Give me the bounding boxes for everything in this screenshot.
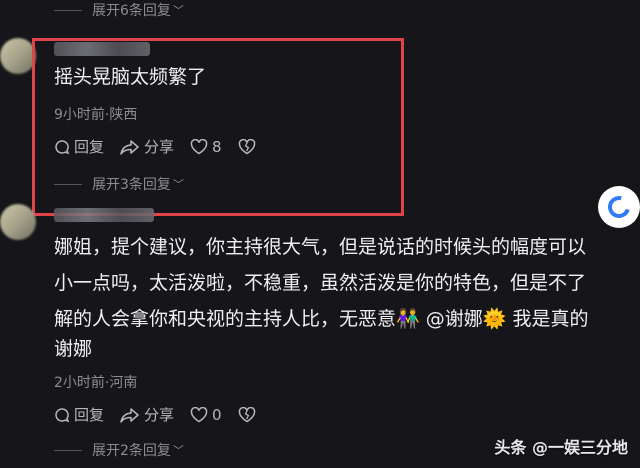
reply-button[interactable]: 回复 — [54, 136, 104, 157]
comment-actions: 回复 分享 8 — [54, 136, 276, 157]
share-button[interactable]: 分享 — [120, 136, 174, 157]
refresh-icon — [603, 191, 635, 223]
like-count: 8 — [212, 137, 222, 156]
comment-actions: 回复 分享 0 — [54, 404, 276, 425]
avatar[interactable] — [0, 38, 36, 74]
share-icon — [120, 407, 139, 423]
mention-link[interactable]: @谢娜 — [420, 308, 483, 330]
watermark: 头条 @一娱三分地 — [494, 438, 628, 457]
comment-line: 娜姐，提个建议，你主持很大气，但是说话的时候头的幅度可以 — [54, 236, 587, 258]
broken-heart-icon — [238, 406, 255, 422]
share-label: 分享 — [144, 406, 175, 424]
reply-label: 回复 — [74, 406, 105, 424]
share-label: 分享 — [144, 138, 175, 156]
share-button[interactable]: 分享 — [120, 404, 174, 425]
heart-icon — [190, 138, 208, 154]
divider-line — [54, 9, 82, 11]
broken-heart-icon — [238, 138, 255, 154]
reply-icon — [55, 407, 70, 422]
avatar[interactable] — [0, 204, 36, 240]
expand-replies-2[interactable]: 展开2条回复 ﹀ — [54, 440, 184, 460]
expand-replies-top[interactable]: 展开6条回复 ﹀ — [54, 0, 184, 20]
share-icon — [120, 139, 139, 155]
divider-line — [54, 449, 82, 451]
username-blurred[interactable] — [54, 42, 150, 56]
people-emoji-icon: 👫 — [396, 308, 420, 330]
comment-text: 娜姐，提个建议，你主持很大气，但是说话的时候头的幅度可以 小一点吗，太活泼啦，不… — [54, 232, 634, 364]
chevron-down-icon: ﹀ — [172, 4, 184, 17]
like-button[interactable]: 0 — [190, 406, 222, 424]
comment-line: 小一点吗，太活泼啦，不稳重，虽然活泼是你的特色，但是不了 — [54, 272, 587, 294]
comment-meta: 9小时前·陕西 — [54, 107, 138, 123]
comment-line: 谢娜 — [54, 338, 93, 360]
comment-line: 解的人会拿你和央视的主持人比，无恶意👫 @谢娜🌞 我是真的 — [54, 304, 634, 334]
like-button[interactable]: 8 — [190, 138, 222, 156]
comment-fragment: 解的人会拿你和央视的主持人比，无恶意 — [54, 308, 397, 330]
expand-replies-1[interactable]: 展开3条回复 ﹀ — [54, 174, 184, 194]
like-count: 0 — [212, 405, 222, 424]
heart-icon — [190, 406, 208, 422]
sun-emoji-icon: 🌞 — [482, 308, 507, 330]
reply-icon — [55, 139, 70, 154]
reply-button[interactable]: 回复 — [54, 404, 104, 425]
expand-label: 展开2条回复 — [92, 443, 171, 459]
dislike-button[interactable] — [238, 406, 260, 423]
floating-action-button[interactable] — [598, 186, 640, 228]
chevron-down-icon: ﹀ — [172, 178, 184, 191]
comment-meta: 2小时前·河南 — [54, 375, 138, 391]
expand-label: 展开6条回复 — [92, 3, 171, 19]
comment-fragment: 我是真的 — [506, 308, 589, 330]
expand-label: 展开3条回复 — [92, 177, 171, 193]
chevron-down-icon: ﹀ — [172, 444, 184, 457]
reply-label: 回复 — [74, 138, 105, 156]
username-blurred[interactable] — [54, 208, 154, 222]
divider-line — [54, 183, 82, 185]
comment-text: 摇头晃脑太频繁了 — [54, 66, 207, 88]
dislike-button[interactable] — [238, 138, 260, 155]
